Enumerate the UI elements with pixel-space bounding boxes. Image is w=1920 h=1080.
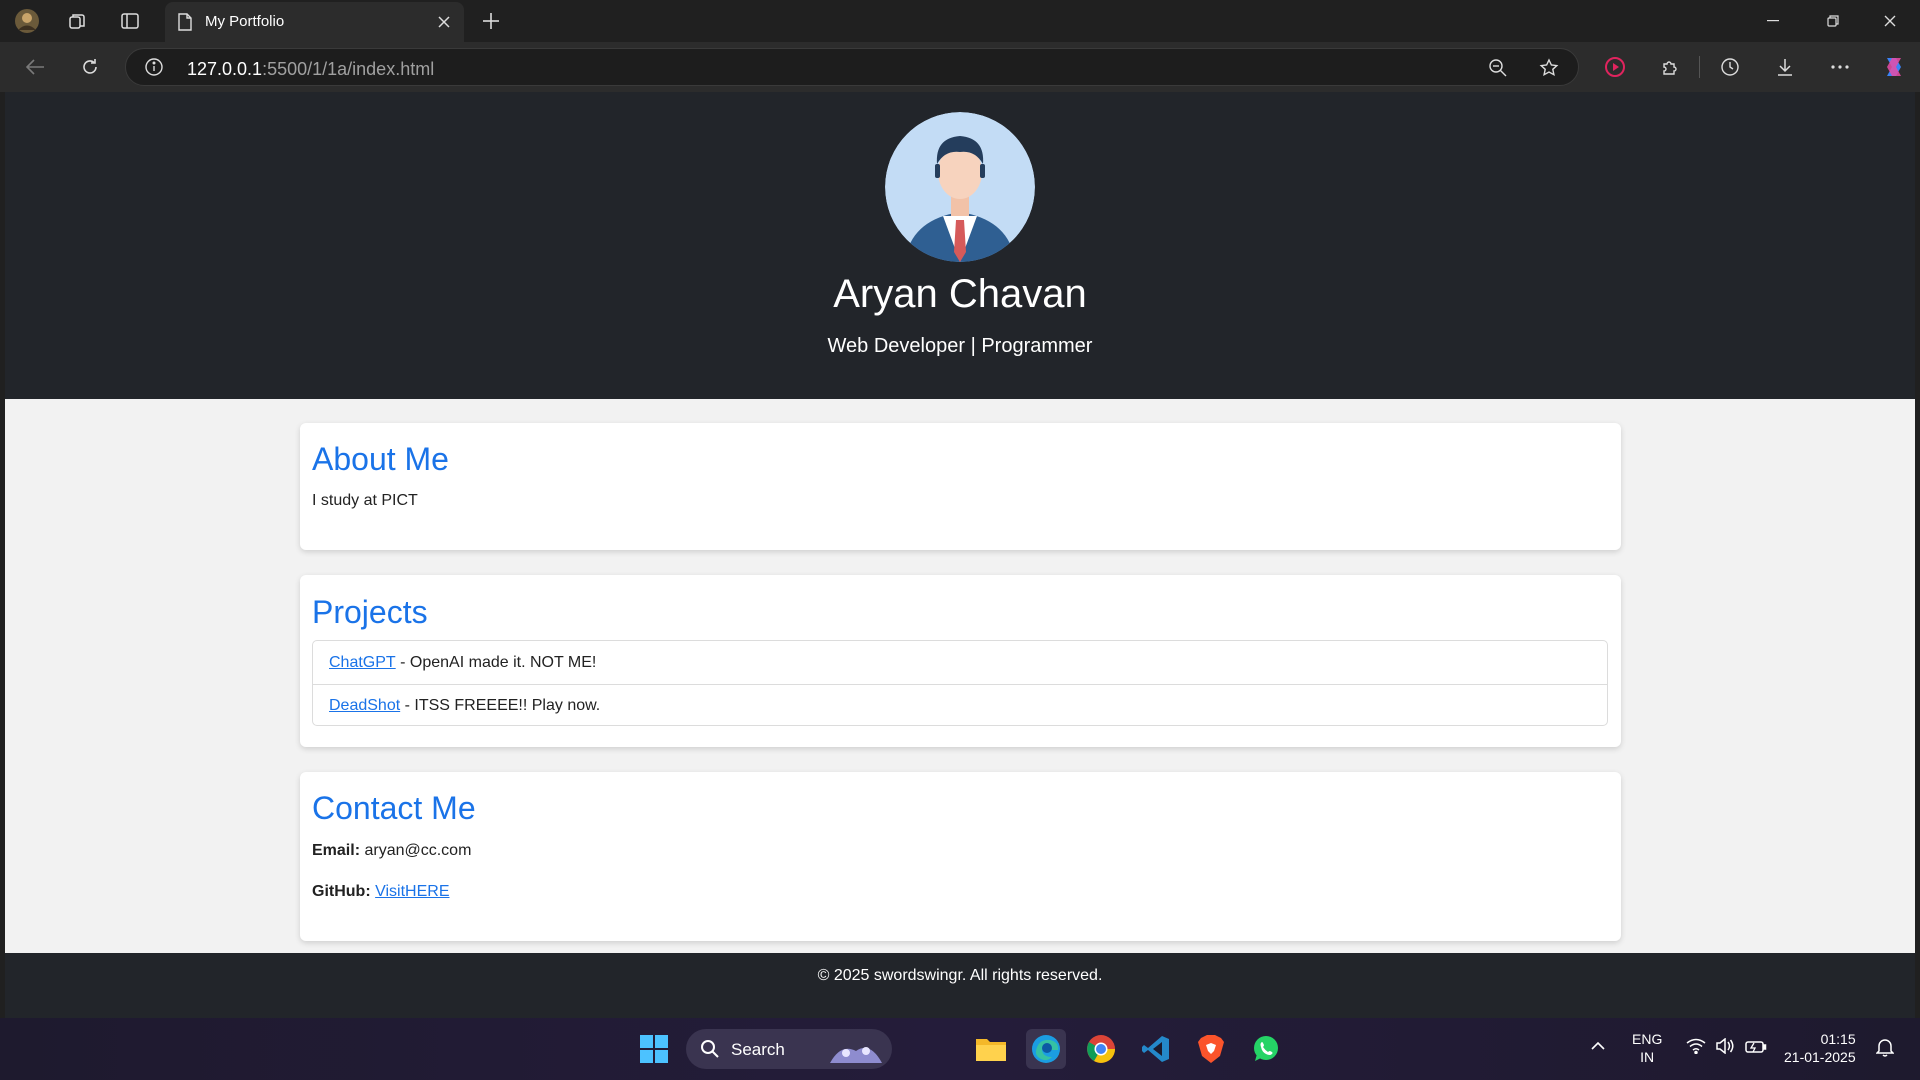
project-list: ChatGPT - OpenAI made it. NOT ME! DeadSh…: [312, 640, 1608, 726]
profile-avatar-icon[interactable]: [12, 6, 42, 36]
site-footer: © 2025 swordswingr. All rights reserved.: [5, 953, 1915, 1018]
back-icon[interactable]: [20, 52, 50, 82]
email-value: aryan@cc.com: [360, 842, 472, 859]
url-path: :5500/1/1a/index.html: [262, 59, 435, 79]
browser-toolbar: 127.0.0.1:5500/1/1a/index.html: [0, 42, 1920, 92]
footer-copyright: © 2025 swordswingr. All rights reserved.: [817, 967, 1103, 984]
page-subtitle: Web Developer | Programmer: [827, 335, 1093, 357]
about-heading: About Me: [312, 441, 449, 477]
tab-my-portfolio[interactable]: My Portfolio: [165, 2, 464, 42]
page-viewport: Aryan Chavan Web Developer | Programmer …: [5, 92, 1915, 1018]
page-icon: [177, 13, 193, 36]
vertical-tabs-icon[interactable]: [115, 6, 145, 36]
email-label: Email:: [312, 842, 361, 859]
whatsapp-icon[interactable]: [1246, 1029, 1286, 1069]
list-item: DeadShot - ITSS FREEEE!! Play now.: [313, 684, 1607, 727]
minimize-icon[interactable]: [1751, 7, 1795, 35]
battery-icon[interactable]: [1745, 1038, 1767, 1057]
wifi-icon[interactable]: [1686, 1038, 1706, 1057]
url-host: 127.0.0.1: [187, 59, 263, 79]
project-description: - ITSS FREEEE!! Play now.: [400, 697, 601, 714]
start-windows-icon[interactable]: [634, 1029, 674, 1069]
site-info-icon[interactable]: [144, 57, 164, 82]
project-link-chatgpt[interactable]: ChatGPT: [329, 654, 396, 672]
show-hidden-icons-chevron-up-icon[interactable]: [1590, 1038, 1606, 1054]
clock[interactable]: 01:15 21-01-2025: [1784, 1030, 1856, 1066]
page-title: Aryan Chavan: [833, 272, 1087, 316]
contact-section: Contact Me Email: aryan@cc.com GitHub: V…: [300, 772, 1621, 941]
toolbar-divider: [1699, 56, 1700, 78]
about-section: About Me I study at PICT: [300, 423, 1621, 550]
copilot-icon[interactable]: [1879, 52, 1909, 82]
region-code: IN: [1640, 1049, 1655, 1065]
project-description: - OpenAI made it. NOT ME!: [395, 653, 597, 671]
github-link[interactable]: VisitHERE: [375, 883, 449, 900]
search-placeholder: Search: [731, 1040, 785, 1059]
email-row: Email: aryan@cc.com: [312, 842, 471, 860]
close-window-icon[interactable]: [1868, 7, 1912, 35]
edge-icon[interactable]: [1026, 1029, 1066, 1069]
volume-icon[interactable]: [1715, 1037, 1735, 1057]
notifications-bell-icon[interactable]: [1875, 1037, 1895, 1060]
about-text: I study at PICT: [312, 492, 418, 509]
projects-section: Projects ChatGPT - OpenAI made it. NOT M…: [300, 575, 1621, 747]
refresh-icon[interactable]: [75, 52, 105, 82]
list-item: ChatGPT - OpenAI made it. NOT ME!: [313, 641, 1607, 684]
zoom-out-icon[interactable]: [1484, 54, 1512, 82]
file-explorer-icon[interactable]: [971, 1029, 1011, 1069]
history-icon[interactable]: [1715, 52, 1745, 82]
github-row: GitHub: VisitHERE: [312, 883, 450, 901]
restore-icon[interactable]: [1811, 7, 1855, 35]
brave-icon[interactable]: [1191, 1029, 1231, 1069]
profile-avatar-image: [885, 112, 1035, 262]
taskbar-search[interactable]: Search: [686, 1029, 892, 1069]
favorite-star-icon[interactable]: [1535, 54, 1563, 82]
project-link-deadshot[interactable]: DeadShot: [329, 697, 400, 715]
tab-title: My Portfolio: [205, 13, 285, 30]
url-text[interactable]: 127.0.0.1:5500/1/1a/index.html: [187, 59, 434, 80]
media-extension-icon[interactable]: [1600, 52, 1630, 82]
clock-date: 21-01-2025: [1784, 1049, 1856, 1065]
clock-time: 01:15: [1820, 1031, 1856, 1047]
extensions-icon[interactable]: [1655, 52, 1685, 82]
language-code: ENG: [1632, 1031, 1663, 1047]
site-header: Aryan Chavan Web Developer | Programmer: [5, 92, 1915, 399]
downloads-icon[interactable]: [1770, 52, 1800, 82]
close-tab-icon[interactable]: [434, 12, 454, 32]
workspaces-icon[interactable]: [62, 6, 92, 36]
browser-tab-bar: My Portfolio: [0, 0, 1920, 42]
projects-heading: Projects: [312, 594, 428, 630]
search-icon: [700, 1039, 720, 1064]
taskbar: Search ENG IN 01:15 21-01-2025: [0, 1018, 1920, 1080]
more-options-icon[interactable]: [1825, 52, 1855, 82]
vscode-icon[interactable]: [1136, 1029, 1176, 1069]
address-bar[interactable]: 127.0.0.1:5500/1/1a/index.html: [125, 48, 1579, 86]
new-tab-icon[interactable]: [476, 6, 506, 36]
chrome-icon[interactable]: [1081, 1029, 1121, 1069]
contact-heading: Contact Me: [312, 790, 476, 826]
github-label: GitHub:: [312, 883, 371, 900]
language-indicator[interactable]: ENG IN: [1632, 1030, 1662, 1066]
